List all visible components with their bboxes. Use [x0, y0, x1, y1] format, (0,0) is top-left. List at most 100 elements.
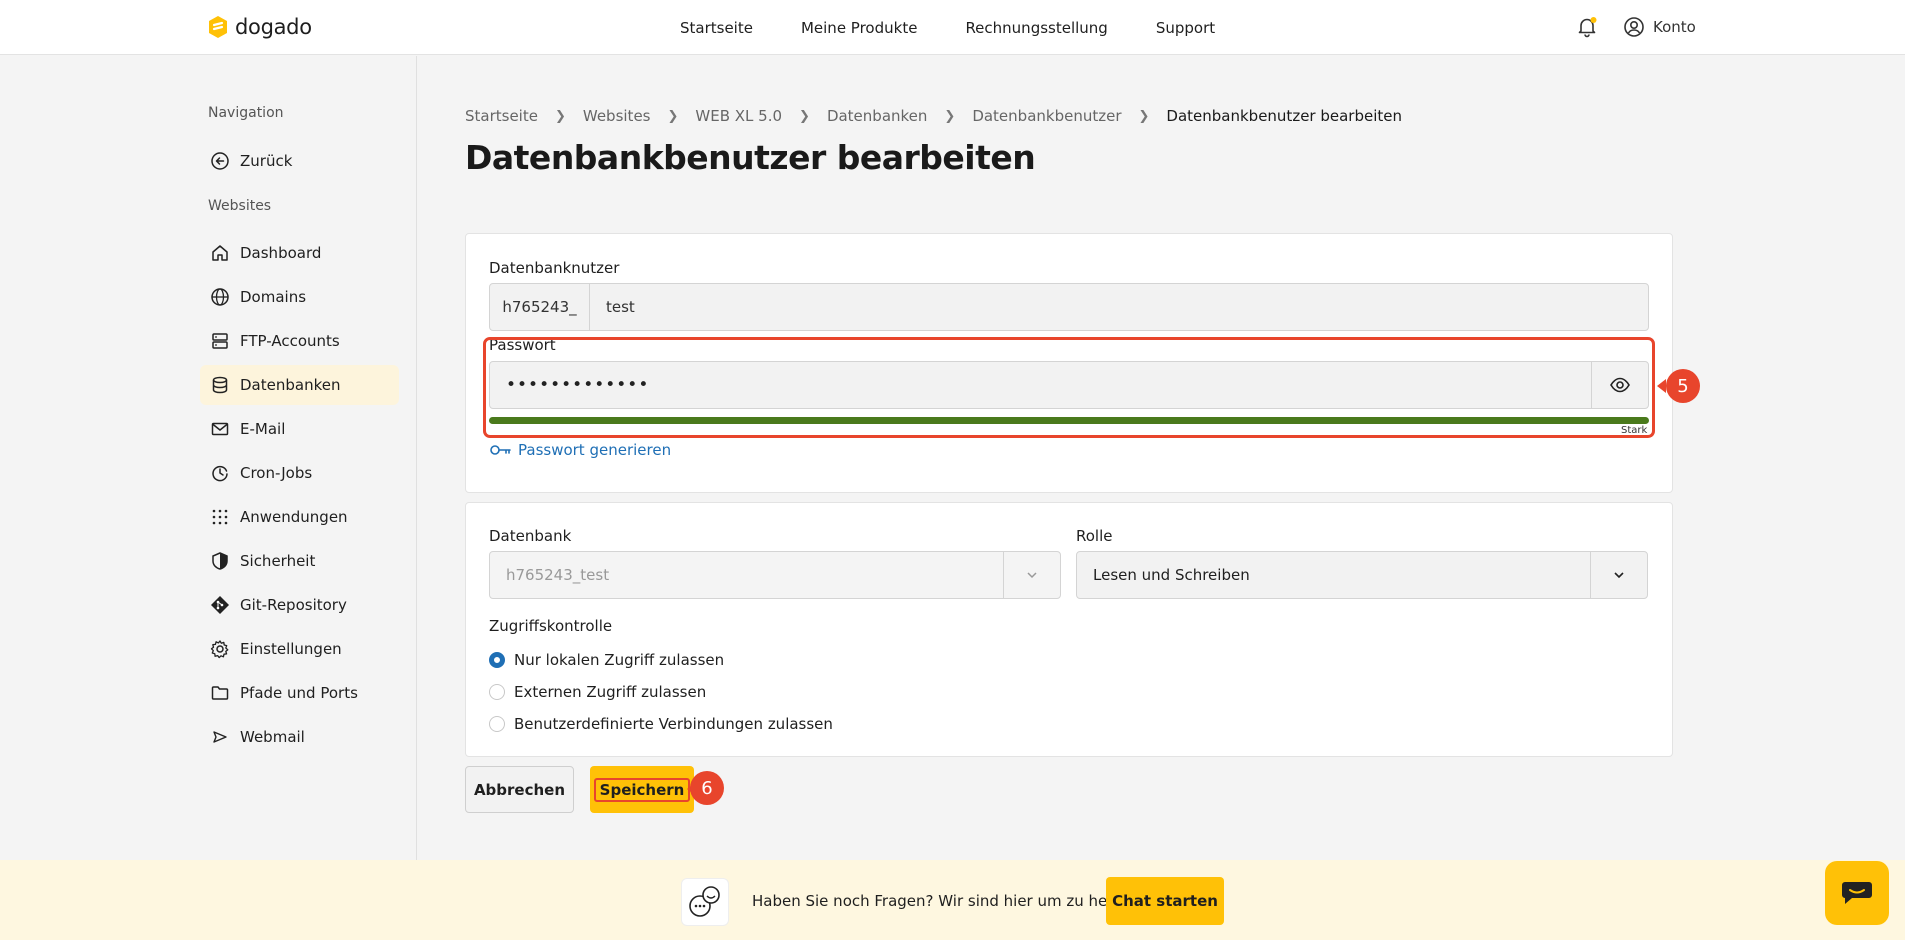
topnav-support[interactable]: Support — [1156, 19, 1215, 37]
breadcrumb-websites[interactable]: Websites — [583, 107, 651, 125]
sidebar-heading-navigation: Navigation — [208, 105, 284, 121]
breadcrumb-datenbankbenutzer[interactable]: Datenbankbenutzer — [972, 107, 1121, 125]
sidebar-item-webmail[interactable]: Webmail — [200, 717, 399, 757]
save-button[interactable]: Speichern — [590, 766, 694, 813]
folder-icon — [211, 686, 229, 700]
chevron-right-icon: ❯ — [944, 108, 956, 124]
access-option-external[interactable]: Externen Zugriff zulassen — [489, 683, 706, 701]
chat-bubbles-icon — [681, 878, 729, 926]
sidebar-item-label: Domains — [240, 288, 307, 306]
sidebar-item-label: Dashboard — [240, 244, 322, 262]
chevron-down-icon — [1003, 552, 1060, 598]
sidebar-item-label: FTP-Accounts — [240, 332, 340, 350]
password-highlight-box — [483, 337, 1655, 438]
topnav-meine-produkte[interactable]: Meine Produkte — [801, 19, 917, 37]
sidebar-item-ftp-accounts[interactable]: FTP-Accounts — [200, 321, 399, 361]
chat-start-button[interactable]: Chat starten — [1106, 877, 1224, 925]
top-bar: dogado Startseite Meine Produkte Rechnun… — [0, 0, 1905, 55]
cancel-button[interactable]: Abbrechen — [465, 766, 574, 813]
generate-password-link[interactable]: Passwort generieren — [490, 441, 671, 459]
step-marker-6: 6 — [690, 771, 724, 805]
dogado-logo[interactable]: dogado — [207, 15, 312, 39]
sidebar-item-pfade-und-ports[interactable]: Pfade und Ports — [200, 673, 399, 713]
sidebar-back-label: Zurück — [240, 152, 293, 170]
generate-password-label: Passwort generieren — [518, 441, 672, 459]
username-prefix: h765243_ — [490, 284, 590, 330]
breadcrumb-startseite[interactable]: Startseite — [465, 107, 538, 125]
send-icon — [213, 731, 227, 743]
sidebar-item-datenbanken[interactable]: Datenbanken — [200, 365, 399, 405]
chevron-right-icon: ❯ — [1138, 108, 1150, 124]
server-icon — [212, 333, 228, 349]
sidebar-item-label: Anwendungen — [240, 508, 348, 526]
git-icon — [211, 596, 229, 614]
sidebar-item-git-repository[interactable]: Git-Repository — [200, 585, 399, 625]
sidebar-item-sicherheit[interactable]: Sicherheit — [200, 541, 399, 581]
radio-button[interactable] — [489, 652, 505, 668]
sidebar-item-label: Cron-Jobs — [240, 464, 313, 482]
top-navigation: Startseite Meine Produkte Rechnungsstell… — [680, 0, 1263, 55]
sidebar-item-e-mail[interactable]: E-Mail — [200, 409, 399, 449]
sidebar-back-link[interactable]: Zurück — [200, 141, 399, 181]
access-control-label: Zugriffskontrolle — [489, 617, 613, 635]
account-label: Konto — [1653, 18, 1696, 36]
radio-button[interactable] — [489, 684, 505, 700]
role-label: Rolle — [1076, 527, 1113, 545]
sidebar-item-anwendungen[interactable]: Anwendungen — [200, 497, 399, 537]
logo-text: dogado — [235, 15, 312, 39]
breadcrumb-current: Datenbankbenutzer bearbeiten — [1166, 107, 1402, 125]
logo-icon — [209, 16, 227, 38]
database-select-value: h765243_test — [506, 566, 610, 584]
chevron-right-icon: ❯ — [799, 108, 810, 124]
database-label: Datenbank — [489, 527, 572, 545]
grid-icon — [212, 509, 228, 525]
step-marker-5: 5 — [1666, 369, 1700, 403]
globe-icon — [211, 288, 229, 306]
access-option-label: Externen Zugriff zulassen — [514, 683, 707, 701]
chat-launcher-button[interactable] — [1825, 861, 1889, 925]
access-option-custom[interactable]: Benutzerdefinierte Verbindungen zulassen — [489, 715, 833, 733]
username-input[interactable]: test — [590, 284, 1648, 330]
sidebar-item-label: Sicherheit — [240, 552, 316, 570]
topnav-startseite[interactable]: Startseite — [680, 19, 753, 37]
sidebar-item-einstellungen[interactable]: Einstellungen — [200, 629, 399, 669]
chat-icon — [1842, 882, 1872, 904]
account-menu[interactable]: Konto — [1623, 16, 1696, 38]
arrow-left-circle-icon — [211, 152, 229, 170]
database-select[interactable]: h765243_test — [489, 551, 1061, 599]
notification-bell-icon[interactable] — [1576, 16, 1598, 42]
topnav-rechnungsstellung[interactable]: Rechnungsstellung — [965, 19, 1107, 37]
access-option-local[interactable]: Nur lokalen Zugriff zulassen — [489, 651, 724, 669]
key-icon — [490, 445, 511, 455]
access-option-label: Benutzerdefinierte Verbindungen zulassen — [514, 715, 833, 733]
sidebar-item-domains[interactable]: Domains — [200, 277, 399, 317]
sidebar-item-cron-jobs[interactable]: Cron-Jobs — [200, 453, 399, 493]
help-text: Haben Sie noch Fragen? Wir sind hier um … — [752, 892, 1141, 910]
home-icon — [212, 245, 228, 261]
sidebar-item-label: E-Mail — [240, 420, 286, 438]
radio-button[interactable] — [489, 716, 505, 732]
user-circle-icon — [1624, 17, 1644, 37]
mail-icon — [211, 422, 229, 436]
sidebar-item-dashboard[interactable]: Dashboard — [200, 233, 399, 273]
gear-icon — [210, 640, 229, 659]
breadcrumb-datenbanken[interactable]: Datenbanken — [827, 107, 927, 125]
sidebar-item-label: Pfade und Ports — [240, 684, 358, 702]
username-field[interactable]: h765243_ test — [489, 283, 1649, 331]
sidebar-heading-websites: Websites — [208, 198, 272, 214]
page-title: Datenbankbenutzer bearbeiten — [465, 138, 1036, 177]
chevron-down-icon — [1590, 552, 1647, 598]
sidebar-item-label: Einstellungen — [240, 640, 342, 658]
chevron-right-icon: ❯ — [554, 108, 566, 124]
sidebar-item-label: Webmail — [240, 728, 305, 746]
access-option-label: Nur lokalen Zugriff zulassen — [514, 651, 725, 669]
database-icon — [212, 376, 228, 394]
marker-pointer — [1657, 379, 1666, 393]
breadcrumb-web-xl[interactable]: WEB XL 5.0 — [695, 107, 782, 125]
chevron-right-icon: ❯ — [667, 108, 679, 124]
sidebar-item-label: Git-Repository — [240, 596, 347, 614]
sidebar-item-label: Datenbanken — [240, 376, 341, 394]
role-select[interactable]: Lesen und Schreiben — [1076, 551, 1648, 599]
user-label: Datenbanknutzer — [489, 259, 620, 277]
cron-icon — [212, 465, 228, 482]
